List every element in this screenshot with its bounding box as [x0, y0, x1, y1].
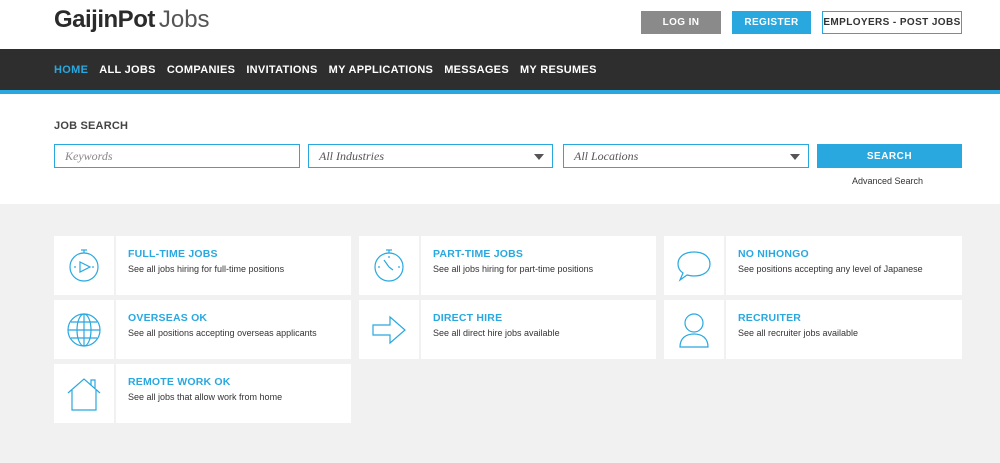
person-icon — [664, 300, 724, 359]
category-title[interactable]: NO NIHONGO — [738, 248, 962, 260]
category-description: See all jobs hiring for full-time positi… — [128, 264, 285, 274]
nav-item-all-jobs[interactable]: ALL JOBS — [99, 64, 156, 76]
category-card-part-time[interactable]: PART-TIME JOBS See all jobs hiring for p… — [359, 236, 656, 295]
main-nav: HOME ALL JOBS COMPANIES INVITATIONS MY A… — [0, 49, 1000, 90]
category-description: See all recruiter jobs available — [738, 328, 859, 338]
category-title[interactable]: OVERSEAS OK — [128, 312, 351, 324]
advanced-search-link[interactable]: Advanced Search — [852, 176, 923, 186]
gaijinpot-logo[interactable]: GaijinPot Jobs — [54, 6, 210, 36]
category-description: See all jobs hiring for part-time positi… — [433, 264, 594, 274]
speech-bubble-icon — [664, 236, 724, 295]
job-search-panel: JOB SEARCH All Industries All Locations … — [0, 94, 1000, 204]
industries-selected-value: All Industries — [319, 148, 384, 163]
nav-item-invitations[interactable]: INVITATIONS — [246, 64, 317, 76]
stopwatch-icon — [359, 236, 419, 295]
logo-sub-text: Jobs — [158, 6, 210, 33]
category-card-no-nihongo[interactable]: NO NIHONGO See positions accepting any l… — [664, 236, 962, 295]
category-title[interactable]: DIRECT HIRE — [433, 312, 656, 324]
locations-selected-value: All Locations — [574, 148, 639, 163]
chevron-down-icon — [534, 154, 544, 160]
keywords-field[interactable] — [54, 144, 300, 168]
nav-item-messages[interactable]: MESSAGES — [444, 64, 509, 76]
category-card-recruiter[interactable]: RECRUITER See all recruiter jobs availab… — [664, 300, 962, 359]
search-button[interactable]: SEARCH — [817, 144, 962, 168]
category-description: See all direct hire jobs available — [433, 328, 560, 338]
register-button[interactable]: REGISTER — [732, 11, 811, 34]
category-title[interactable]: RECRUITER — [738, 312, 962, 324]
nav-item-my-resumes[interactable]: MY RESUMES — [520, 64, 597, 76]
stopwatch-play-icon — [54, 236, 114, 295]
category-card-direct-hire[interactable]: DIRECT HIRE See all direct hire jobs ava… — [359, 300, 656, 359]
category-title[interactable]: REMOTE WORK OK — [128, 376, 351, 388]
nav-item-home[interactable]: HOME — [54, 64, 88, 76]
nav-item-my-applications[interactable]: MY APPLICATIONS — [329, 64, 434, 76]
category-card-remote-work[interactable]: REMOTE WORK OK See all jobs that allow w… — [54, 364, 351, 423]
arrow-right-icon — [359, 300, 419, 359]
category-card-full-time[interactable]: FULL-TIME JOBS See all jobs hiring for f… — [54, 236, 351, 295]
job-search-title: JOB SEARCH — [54, 120, 129, 132]
category-description: See positions accepting any level of Jap… — [738, 264, 923, 274]
category-title[interactable]: FULL-TIME JOBS — [128, 248, 351, 260]
login-button[interactable]: LOG IN — [641, 11, 721, 34]
house-icon — [54, 364, 114, 423]
top-header: GaijinPot Jobs LOG IN REGISTER EMPLOYERS… — [0, 0, 1000, 49]
chevron-down-icon — [790, 154, 800, 160]
keywords-input[interactable] — [65, 148, 299, 164]
nav-item-companies[interactable]: COMPANIES — [167, 64, 236, 76]
category-title[interactable]: PART-TIME JOBS — [433, 248, 656, 260]
industries-select[interactable]: All Industries — [308, 144, 553, 168]
category-description: See all jobs that allow work from home — [128, 392, 283, 402]
category-description: See all positions accepting overseas app… — [128, 328, 317, 338]
locations-select[interactable]: All Locations — [563, 144, 809, 168]
globe-icon — [54, 300, 114, 359]
employers-post-jobs-button[interactable]: EMPLOYERS - POST JOBS — [822, 11, 962, 34]
category-card-overseas-ok[interactable]: OVERSEAS OK See all positions accepting … — [54, 300, 351, 359]
logo-main-text: GaijinPot — [54, 6, 155, 33]
